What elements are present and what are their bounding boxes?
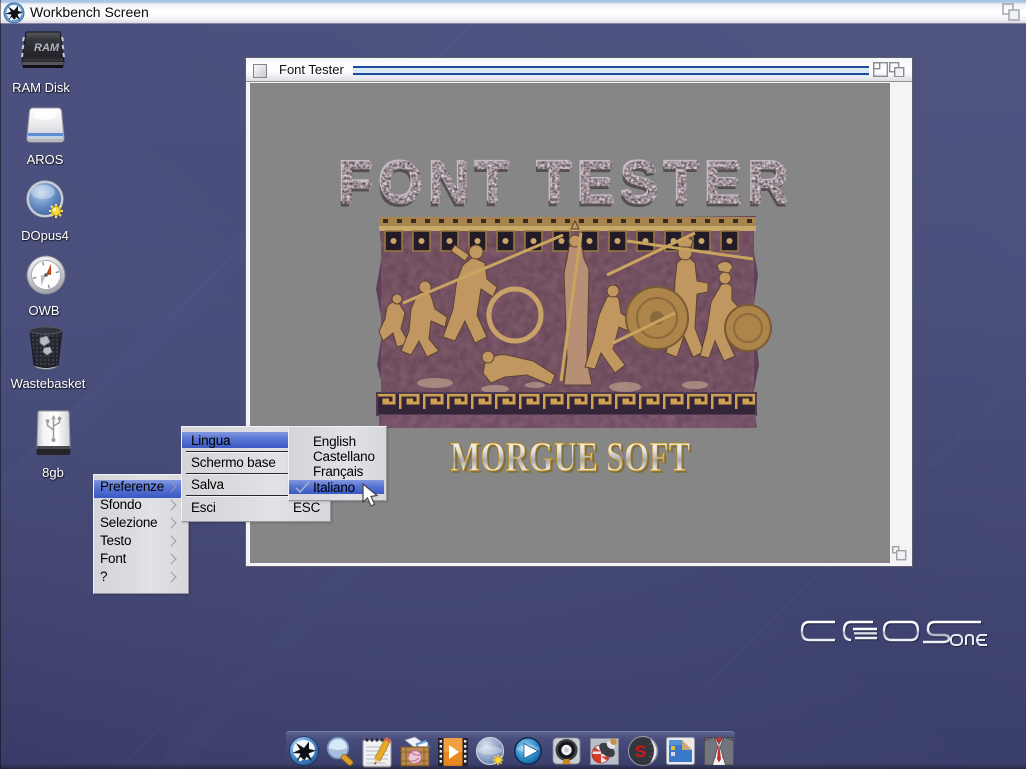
svg-text:FONT TESTER: FONT TESTER <box>339 150 795 216</box>
svg-text:S: S <box>635 742 646 761</box>
svg-text:RAM: RAM <box>34 42 60 54</box>
svg-text:MORGUE SOFT: MORGUE SOFT <box>450 435 690 481</box>
